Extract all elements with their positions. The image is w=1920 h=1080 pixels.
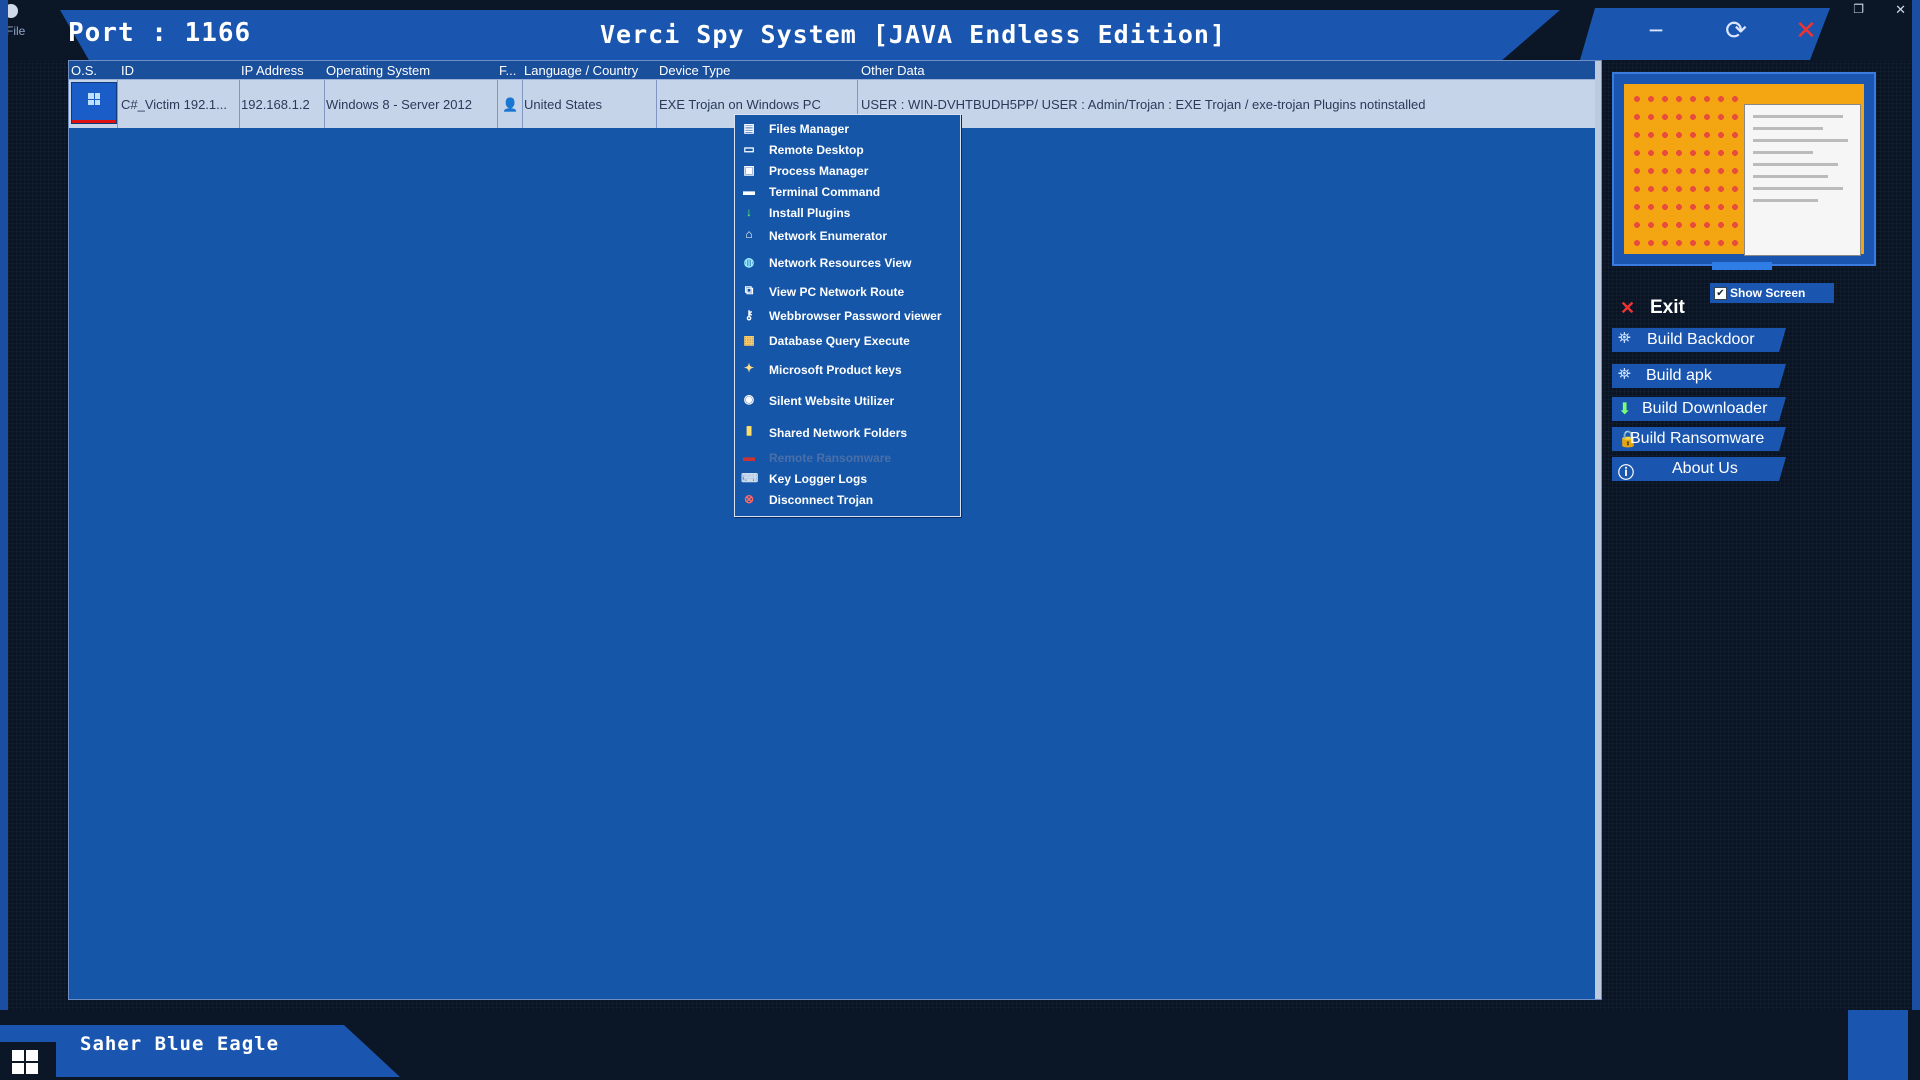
menu-item-remote-ransomware[interactable]: ▬ Remote Ransomware — [735, 448, 960, 466]
cell-id: C#_Victim 192.1... — [121, 97, 227, 112]
close-button[interactable]: ✕ — [1786, 14, 1826, 46]
menu-item-silent-website-utilizer[interactable]: ◉ Silent Website Utilizer — [735, 385, 960, 413]
apk-icon: ⛯ — [1618, 366, 1631, 383]
camera-icon: ◉ — [743, 392, 755, 406]
screen-preview[interactable] — [1612, 72, 1876, 266]
folder-icon: ▤ — [743, 121, 755, 135]
menu-item-network-resources-view[interactable]: ◍ Network Resources View — [735, 249, 960, 275]
cell-language: United States — [524, 97, 603, 112]
column-header-operating-system[interactable]: Operating System — [326, 63, 486, 78]
cell-ip: 192.168.1.2 — [241, 97, 310, 112]
download-arrow-icon: ↓ — [746, 205, 752, 219]
frame-left — [0, 0, 8, 1080]
table-header: O.S. ID IP Address Operating System F...… — [69, 61, 1601, 79]
info-icon: ⓘ — [1618, 465, 1635, 482]
menu-item-key-logger-logs[interactable]: ⌨ Key Logger Logs — [735, 469, 960, 487]
checkbox-check-icon: ✔ — [1714, 287, 1727, 300]
menu-item-view-pc-network-route[interactable]: ⧉ View PC Network Route — [735, 277, 960, 303]
column-header-os[interactable]: O.S. — [71, 63, 117, 78]
menu-item-remote-desktop[interactable]: ▭ Remote Desktop — [735, 140, 960, 158]
close-icon[interactable]: ✕ — [1895, 2, 1906, 18]
build-downloader-button[interactable]: ⬇ Build Downloader — [1612, 397, 1786, 421]
monitor-icon: ▭ — [743, 142, 755, 156]
terminal-icon: ▬ — [743, 184, 755, 198]
globe-icon: ◍ — [743, 255, 755, 269]
menu-item-shared-network-folders[interactable]: ▮ Shared Network Folders — [735, 415, 960, 445]
vertical-scrollbar[interactable] — [1595, 61, 1601, 999]
frame-right — [1912, 0, 1920, 1080]
windows-os-icon — [71, 82, 117, 124]
column-header-ip[interactable]: IP Address — [241, 63, 321, 78]
downloader-icon: ⬇ — [1618, 401, 1632, 418]
build-backdoor-button[interactable]: ⛯ Build Backdoor — [1612, 328, 1786, 352]
minimize-button[interactable]: − — [1636, 14, 1676, 46]
cell-device-type: EXE Trojan on Windows PC — [659, 97, 821, 112]
shared-folder-icon: ▮ — [745, 423, 753, 437]
menu-item-database-query-execute[interactable]: ▦ Database Query Execute — [735, 328, 960, 354]
database-icon: ▦ — [743, 333, 755, 347]
cell-operating-system: Windows 8 - Server 2012 — [326, 97, 472, 112]
app-title: Verci Spy System [JAVA Endless Edition] — [600, 20, 1226, 49]
corner-decoration — [1848, 1010, 1908, 1080]
backdoor-icon: ⛯ — [1618, 330, 1631, 347]
port-label: Port : 1166 — [68, 18, 252, 48]
ransomware-icon: ▬ — [743, 450, 755, 464]
key-icon: ⚷ — [744, 308, 754, 322]
menu-item-disconnect-trojan[interactable]: ⊗ Disconnect Trojan — [735, 490, 960, 508]
remote-screen-thumbnail — [1624, 84, 1864, 256]
app-window: File ❐ ✕ Port : 1166 Verci Spy System [J… — [0, 0, 1920, 1080]
column-header-device-type[interactable]: Device Type — [659, 63, 849, 78]
restore-button[interactable]: ⟳ — [1716, 14, 1756, 46]
cell-other-data: USER : WIN-DVHTBUDH5PP/ USER : Admin/Tro… — [861, 97, 1426, 112]
menu-item-microsoft-product-keys[interactable]: ✦ Microsoft Product keys — [735, 355, 960, 383]
network-icon: ⌂ — [745, 227, 753, 241]
exit-button[interactable]: ✕ Exit — [1612, 296, 1712, 322]
user-flag-icon: 👤 — [502, 97, 519, 112]
column-header-other-data[interactable]: Other Data — [861, 63, 1161, 78]
about-us-button[interactable]: ⓘ About Us — [1612, 457, 1786, 481]
keyboard-icon: ⌨ — [741, 471, 759, 485]
column-header-language[interactable]: Language / Country — [524, 63, 654, 78]
menu-item-terminal-command[interactable]: ▬ Terminal Command — [735, 182, 960, 200]
show-screen-checkbox[interactable]: ✔ Show Screen — [1710, 283, 1834, 303]
windows-logo-icon — [12, 1050, 38, 1074]
menu-item-process-manager[interactable]: ▣ Process Manager — [735, 161, 960, 179]
context-menu: ▤ Files Manager ▭ Remote Desktop ▣ Proce… — [734, 114, 961, 517]
product-key-icon: ✦ — [743, 361, 755, 375]
column-header-flag[interactable]: F... — [499, 63, 519, 78]
column-header-id[interactable]: ID — [121, 63, 201, 78]
route-icon: ⧉ — [744, 283, 754, 297]
footer-text: Saher Blue Eagle — [80, 1033, 280, 1055]
menu-item-install-plugins[interactable]: ↓ Install Plugins — [735, 203, 960, 221]
build-ransomware-button[interactable]: 🔒 Build Ransomware — [1612, 427, 1786, 451]
menu-item-webbrowser-password-viewer[interactable]: ⚷ Webbrowser Password viewer — [735, 305, 960, 327]
start-button[interactable] — [0, 1042, 56, 1080]
disconnect-icon: ⊗ — [743, 492, 755, 506]
menu-item-network-enumerator[interactable]: ⌂ Network Enumerator — [735, 224, 960, 246]
monitor-stand — [1712, 262, 1772, 270]
exit-x-icon: ✕ — [1620, 298, 1636, 318]
process-icon: ▣ — [743, 163, 755, 177]
file-menu[interactable]: File — [6, 24, 25, 38]
build-apk-button[interactable]: ⛯ Build apk — [1612, 364, 1786, 388]
restore-icon[interactable]: ❐ — [1853, 2, 1864, 16]
show-screen-label: Show Screen — [1730, 286, 1806, 300]
menu-item-files-manager[interactable]: ▤ Files Manager — [735, 119, 960, 137]
